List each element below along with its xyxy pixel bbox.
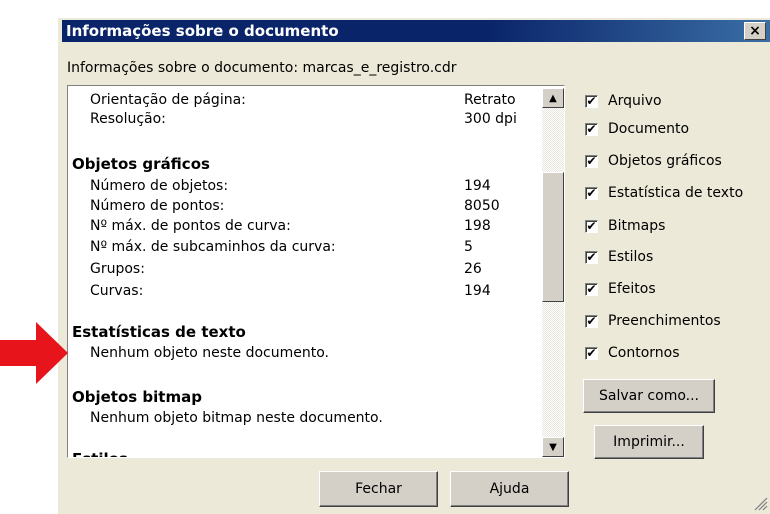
save-as-button[interactable]: Salvar como...	[583, 379, 715, 413]
list-item-label: Grupos:	[90, 261, 145, 277]
list-item-label: Nº máx. de subcaminhos da curva:	[90, 239, 336, 255]
checkbox-label: Documento	[608, 121, 690, 137]
help-button[interactable]: Ajuda	[450, 471, 569, 507]
checkbox-contornos[interactable]: ✔ Contornos	[585, 342, 680, 364]
checkbox-label: Bitmaps	[608, 218, 666, 234]
check-icon[interactable]: ✔	[585, 346, 598, 360]
list-item-value: 194	[464, 178, 491, 194]
list-item-value: 300 dpi	[464, 111, 517, 127]
list-item-label: Nº máx. de pontos de curva:	[90, 218, 291, 234]
check-icon[interactable]: ✔	[585, 314, 598, 328]
scroll-thumb[interactable]	[542, 172, 564, 302]
section-note: Nenhum objeto neste documento.	[90, 345, 329, 361]
checkbox-objetos-graficos[interactable]: ✔ Objetos gráficos	[585, 150, 722, 172]
check-icon[interactable]: ✔	[585, 250, 598, 264]
checkbox-label: Arquivo	[608, 93, 662, 109]
close-icon[interactable]: ×	[744, 22, 766, 40]
check-icon[interactable]: ✔	[585, 154, 598, 168]
close-button[interactable]: Fechar	[319, 471, 438, 507]
list-item-label: Número de objetos:	[90, 178, 229, 194]
checkbox-arquivo[interactable]: ✔ Arquivo	[585, 90, 662, 112]
dialog-title: Informações sobre o documento	[66, 22, 339, 40]
section-note: Nenhum objeto bitmap neste documento.	[90, 410, 383, 426]
checkbox-efeitos[interactable]: ✔ Efeitos	[585, 278, 656, 300]
print-button[interactable]: Imprimir...	[594, 425, 704, 459]
check-icon[interactable]: ✔	[585, 122, 598, 136]
checkbox-estatistica-texto[interactable]: ✔ Estatística de texto	[585, 182, 743, 204]
list-item-value: 5	[464, 239, 473, 255]
scroll-up-icon[interactable]: ▲	[542, 88, 564, 108]
info-listbox[interactable]: Orientação de página: Retrato Resolução:…	[67, 85, 565, 458]
checkbox-label: Estatística de texto	[608, 185, 744, 201]
checkbox-estilos[interactable]: ✔ Estilos	[585, 246, 653, 268]
section-heading-styles: Estilos	[72, 448, 128, 457]
section-heading-bitmap: Objetos bitmap	[72, 388, 202, 406]
list-item-value: 198	[464, 218, 491, 234]
resize-grip-icon[interactable]	[752, 495, 768, 511]
section-heading-graphics: Objetos gráficos	[72, 155, 210, 173]
list-item-value: 194	[464, 283, 491, 299]
list-item-value: 26	[464, 261, 482, 277]
checkbox-label: Objetos gráficos	[608, 153, 722, 169]
checkbox-label: Preenchimentos	[608, 313, 721, 329]
list-item-value: 8050	[464, 198, 500, 214]
list-item-label: Resolução:	[90, 111, 166, 127]
checkbox-documento[interactable]: ✔ Documento	[585, 118, 689, 140]
document-filename-label: Informações sobre o documento: marcas_e_…	[67, 60, 457, 76]
checkbox-label: Efeitos	[608, 281, 656, 297]
check-icon[interactable]: ✔	[585, 219, 598, 233]
check-icon[interactable]: ✔	[585, 94, 598, 108]
list-item-value: Retrato	[464, 92, 516, 108]
vertical-scrollbar[interactable]: ▲ ▼	[542, 88, 564, 457]
list-item-label: Curvas:	[90, 283, 144, 299]
red-arrow-icon	[0, 322, 68, 384]
check-icon[interactable]: ✔	[585, 282, 598, 296]
checkbox-label: Contornos	[608, 345, 680, 361]
section-heading-text-stats: Estatísticas de texto	[72, 323, 246, 341]
check-icon[interactable]: ✔	[585, 186, 598, 200]
checkbox-preenchimentos[interactable]: ✔ Preenchimentos	[585, 310, 721, 332]
checkbox-label: Estilos	[608, 249, 654, 265]
scroll-down-icon[interactable]: ▼	[542, 437, 564, 457]
list-item-label: Número de pontos:	[90, 198, 225, 214]
list-item-label: Orientação de página:	[90, 92, 246, 108]
checkbox-bitmaps[interactable]: ✔ Bitmaps	[585, 215, 665, 237]
